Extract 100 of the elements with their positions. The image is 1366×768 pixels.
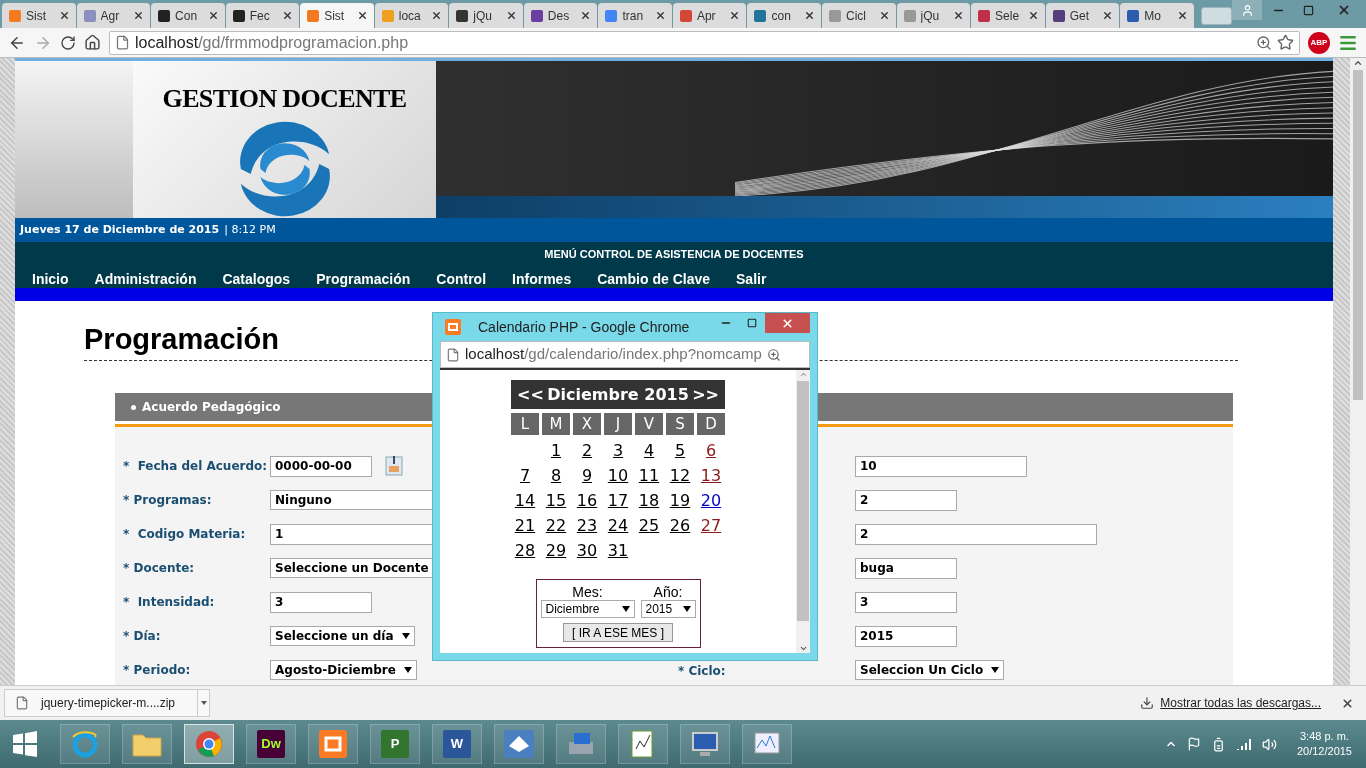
zoom-icon[interactable] [1256,34,1272,51]
scrollbar-thumb[interactable] [797,381,809,621]
calendar-day-link[interactable]: 24 [607,513,629,538]
input-field[interactable]: 3 [855,591,957,613]
calendar-day-link[interactable]: 14 [514,488,536,513]
calendar-day-link[interactable]: 7 [519,463,531,488]
browser-tab[interactable]: Agr [76,3,151,28]
browser-tab[interactable]: jQu [449,3,523,28]
taskbar-app[interactable] [618,724,668,764]
dropdown-field[interactable]: Seleccione un día [270,626,415,646]
address-field[interactable]: localhost/gd/frmmodprogramacion.php [109,30,1300,55]
calendar-day-link[interactable]: 23 [576,513,598,538]
taskbar-app[interactable]: P [370,724,420,764]
calendar-day-link[interactable]: 5 [674,438,686,463]
reload-icon[interactable] [60,34,76,51]
menu-item[interactable]: Cambio de Clave [597,268,710,290]
dropdown-field[interactable]: Agosto-Diciembre [270,660,417,680]
clock-time[interactable]: 3:48 p. m. [1300,729,1349,744]
close-icon[interactable] [133,10,145,21]
calendar-day-link[interactable]: 27 [700,513,722,538]
menu-item[interactable]: Catalogos [222,268,291,290]
taskbar-app[interactable]: W [432,724,482,764]
close-icon[interactable] [1102,10,1114,21]
calendar-day-link[interactable]: 30 [576,538,598,563]
calendar-day-link[interactable]: 19 [669,488,691,513]
calendar-day-link[interactable]: 28 [514,538,536,563]
menu-item[interactable]: Programación [316,268,411,290]
download-item[interactable]: jquery-timepicker-m....zip [4,689,210,717]
calendar-day-link[interactable]: 3 [612,438,624,463]
dropdown-field[interactable]: Seleccion Un Ciclo [855,660,1005,680]
browser-tab[interactable]: con [747,3,821,28]
browser-tab[interactable]: Fec [225,3,300,28]
profile-button[interactable] [1232,0,1263,20]
browser-tab[interactable]: Sist [300,3,374,28]
next-month-link[interactable]: >> [692,382,719,407]
taskbar-app[interactable] [184,724,234,764]
volume-icon[interactable] [1261,736,1277,752]
calendar-day-link[interactable]: 20 [700,488,722,513]
calendar-day-link[interactable]: 22 [545,513,567,538]
input-field[interactable]: buga [855,557,957,579]
input-field[interactable]: 0000-00-00 [270,455,372,477]
close-icon[interactable] [1341,696,1354,710]
menu-item[interactable]: Inicio [32,268,69,290]
close-icon[interactable] [804,10,815,21]
menu-item[interactable]: Administración [94,268,197,290]
scrollbar[interactable] [796,370,810,653]
calendar-day-link[interactable]: 17 [607,488,629,513]
year-dropdown[interactable]: 2015 [640,600,696,618]
show-all-downloads-link[interactable]: Mostrar todas las descargas... [1160,694,1321,712]
scrollbar-thumb[interactable] [1353,70,1363,400]
go-to-month-button[interactable]: [ IR A ESE MES ] [562,623,673,642]
clock-date[interactable]: 20/12/2015 [1296,744,1352,759]
calendar-day-link[interactable]: 31 [607,538,629,563]
taskbar-app[interactable] [122,724,172,764]
calendar-day-link[interactable]: 25 [638,513,660,538]
zoom-icon[interactable] [766,347,781,362]
taskbar-app[interactable]: Dw [246,724,296,764]
scroll-up-icon[interactable] [1353,58,1363,68]
menu-item[interactable]: Salir [736,268,767,290]
close-icon[interactable] [729,10,741,21]
browser-tab[interactable]: Con [151,3,225,28]
calendar-day-link[interactable]: 4 [643,438,655,463]
signal-icon[interactable] [1235,738,1252,750]
browser-tab[interactable]: jQu [896,3,971,28]
browser-tab[interactable]: Des [523,3,598,28]
close-icon[interactable] [58,10,70,21]
close-icon[interactable] [953,10,965,21]
browser-tab[interactable]: Sele [971,3,1045,28]
calendar-day-link[interactable]: 15 [545,488,567,513]
taskbar-app[interactable] [494,724,544,764]
calendar-day-link[interactable]: 1 [550,438,562,463]
input-field[interactable]: 3 [270,591,372,613]
calendar-icon[interactable] [384,454,406,478]
calendar-day-link[interactable]: 9 [581,463,593,488]
close-icon[interactable] [878,10,890,21]
calendar-day-link[interactable]: 13 [700,463,722,488]
calendar-day-link[interactable]: 8 [550,463,562,488]
calendar-day-link[interactable]: 16 [576,488,598,513]
input-field[interactable]: 2 [855,489,957,511]
adblock-button[interactable]: ABP [1308,31,1330,54]
taskbar-app[interactable] [742,724,792,764]
input-field[interactable]: 10 [855,455,1027,477]
start-icon[interactable] [12,731,38,757]
calendar-day-link[interactable]: 12 [669,463,691,488]
calendar-day-link[interactable]: 6 [705,438,717,463]
close-button[interactable] [765,313,810,333]
close-icon[interactable] [580,10,592,21]
menu-item[interactable]: Control [436,268,487,290]
caret-icon[interactable] [200,701,207,705]
close-icon[interactable] [1176,10,1188,21]
input-field[interactable]: 2015 [855,625,957,647]
month-dropdown[interactable]: Diciembre [540,600,635,618]
browser-tab[interactable]: Mo [1120,3,1194,28]
browser-tab[interactable]: Sist [2,3,76,28]
home-icon[interactable] [84,34,101,51]
close-icon[interactable] [505,10,517,21]
input-field[interactable]: 2 [855,523,1097,545]
taskbar-app[interactable] [680,724,730,764]
close-icon[interactable] [654,10,666,21]
calendar-day-link[interactable]: 21 [514,513,536,538]
